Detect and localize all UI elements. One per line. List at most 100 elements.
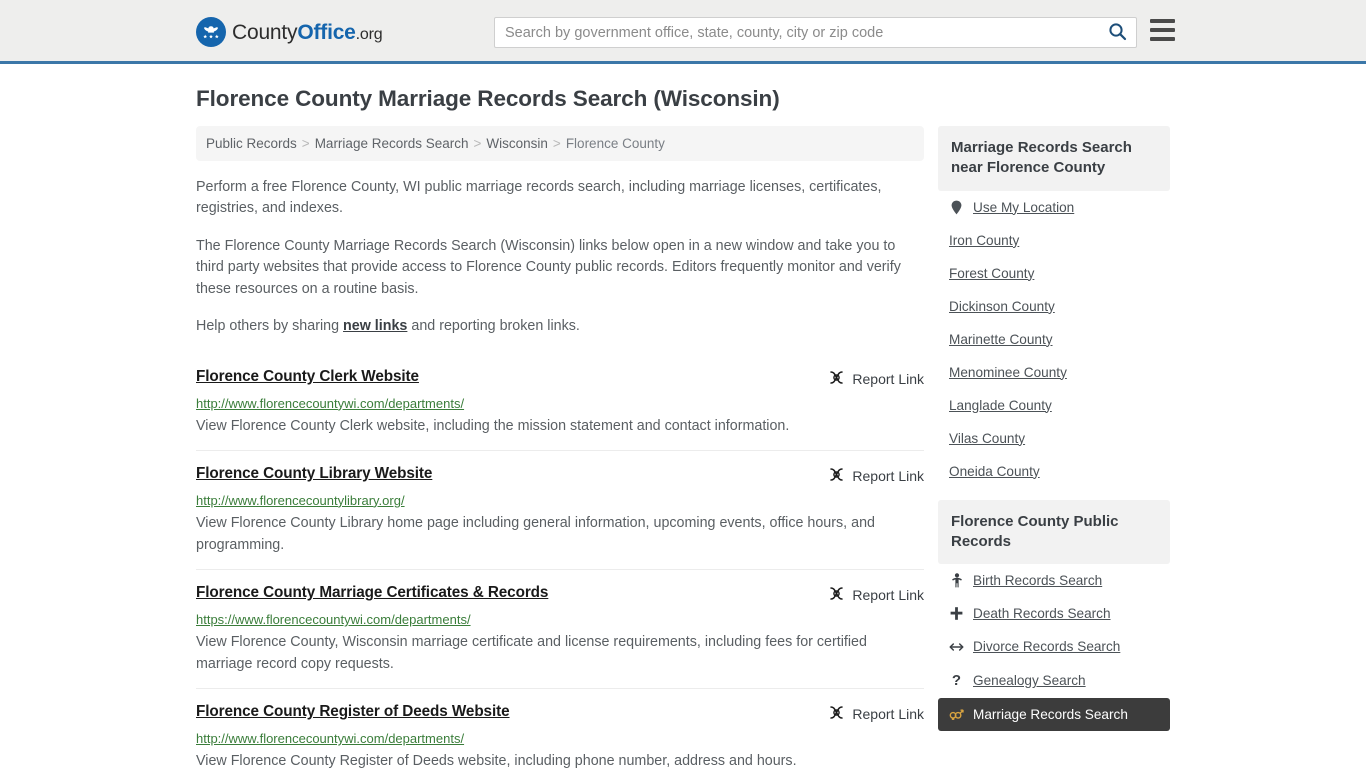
logo-word-tld: .org <box>355 25 383 43</box>
report-link-button[interactable]: Report Link <box>828 703 924 724</box>
hamburger-menu-icon[interactable] <box>1150 19 1175 41</box>
sidebar-panel-title: Florence County Public Records <box>938 499 1170 564</box>
report-link-button[interactable]: Report Link <box>828 584 924 605</box>
report-link-button[interactable]: Report Link <box>828 465 924 486</box>
broken-link-icon <box>828 466 845 486</box>
sidebar-item-dickinson-county[interactable]: Dickinson County <box>938 290 1170 323</box>
result-item: Florence County Register of Deeds Websit… <box>196 688 924 768</box>
result-url[interactable]: http://www.florencecountywi.com/departme… <box>196 396 924 411</box>
breadcrumb-item-wisconsin[interactable]: Wisconsin <box>486 136 548 151</box>
sidebar-item-marinette-county[interactable]: Marinette County <box>938 323 1170 356</box>
breadcrumb-separator: > <box>552 136 561 151</box>
result-url[interactable]: http://www.florencecountylibrary.org/ <box>196 493 924 508</box>
intro-text-before-link: Help others by sharing <box>196 318 344 335</box>
sidebar-item-birth-records-search[interactable]: Birth Records Search <box>938 564 1170 597</box>
search-button[interactable] <box>1098 18 1136 47</box>
page-body: Florence County Marriage Records Search … <box>0 86 1366 768</box>
result-title-link[interactable]: Florence County Clerk Website <box>196 368 419 386</box>
breadcrumb-item-marriage-records-search[interactable]: Marriage Records Search <box>315 136 469 151</box>
question-mark-icon: ? <box>951 672 962 689</box>
breadcrumb-item-florence-county: Florence County <box>565 136 665 151</box>
search-input[interactable] <box>495 18 1098 47</box>
sidebar-item-label: Dickinson County <box>949 298 1055 314</box>
main-content: Public Records > Marriage Records Search > W… <box>196 126 924 768</box>
broken-link-icon <box>828 704 845 724</box>
breadcrumb-separator: > <box>473 136 482 151</box>
search-bar[interactable] <box>494 17 1137 48</box>
list-item: Iron County <box>938 224 1170 257</box>
result-header: Florence County Clerk Website Report Lin… <box>196 368 924 389</box>
sidebar-item-label: Oneida County <box>949 463 1040 479</box>
report-link-label: Report Link <box>852 706 924 723</box>
result-url[interactable]: http://www.florencecountywi.com/departme… <box>196 731 924 746</box>
search-icon <box>1108 22 1127 44</box>
sidebar-item-genealogy-search[interactable]: ? Genealogy Search <box>938 663 1170 698</box>
sidebar-item-menominee-county[interactable]: Menominee County <box>938 356 1170 389</box>
result-header: Florence County Library Website Report L… <box>196 465 924 486</box>
site-header: CountyOffice.org <box>0 0 1366 64</box>
list-item: Birth Records Search <box>938 564 1170 597</box>
sidebar-panel-title: Marriage Records Search near Florence Co… <box>938 126 1170 191</box>
list-item: Divorce Records Search <box>938 630 1170 663</box>
list-item: Oneida County <box>938 455 1170 488</box>
list-item: Use My Location <box>938 191 1170 224</box>
list-item: Dickinson County <box>938 290 1170 323</box>
list-item: Vilas County <box>938 422 1170 455</box>
sidebar-item-langlade-county[interactable]: Langlade County <box>938 389 1170 422</box>
sidebar-item-label: Marriage Records Search <box>973 707 1128 722</box>
new-links-link[interactable]: new links <box>343 318 407 334</box>
result-item: Florence County Marriage Certificates & … <box>196 569 924 688</box>
result-url[interactable]: https://www.florencecountywi.com/departm… <box>196 612 924 627</box>
sidebar-item-iron-county[interactable]: Iron County <box>938 224 1170 257</box>
sidebar-panel-nearby-counties: Marriage Records Search near Florence Co… <box>938 126 1170 488</box>
sidebar: Marriage Records Search near Florence Co… <box>938 126 1170 768</box>
intro-paragraph-2: The Florence County Marriage Records Sea… <box>196 237 901 297</box>
sidebar-item-label: Langlade County <box>949 397 1052 413</box>
broken-link-icon <box>828 369 845 389</box>
sidebar-item-label: Marinette County <box>949 331 1053 347</box>
report-link-label: Report Link <box>852 467 924 484</box>
sidebar-item-use-my-location[interactable]: Use My Location <box>938 191 1170 224</box>
result-title-link[interactable]: Florence County Library Website <box>196 465 432 483</box>
result-description: View Florence County Library home page i… <box>196 514 875 553</box>
sidebar-panel-public-records: Florence County Public Records Birth Rec… <box>938 499 1170 731</box>
sidebar-item-marriage-records-search[interactable]: Marriage Records Search <box>938 698 1170 731</box>
broken-link-icon <box>828 585 845 605</box>
baby-icon <box>949 573 964 588</box>
list-item: Langlade County <box>938 389 1170 422</box>
result-item: Florence County Clerk Website Report Lin… <box>196 354 924 450</box>
list-item: Menominee County <box>938 356 1170 389</box>
content-columns: Public Records > Marriage Records Search > W… <box>196 126 1171 768</box>
cross-icon <box>949 606 964 621</box>
breadcrumb: Public Records > Marriage Records Search > W… <box>196 126 924 161</box>
result-title-link[interactable]: Florence County Register of Deeds Websit… <box>196 703 510 721</box>
sidebar-item-vilas-county[interactable]: Vilas County <box>938 422 1170 455</box>
sidebar-item-divorce-records-search[interactable]: Divorce Records Search <box>938 630 1170 663</box>
eagle-seal-icon <box>196 17 226 47</box>
result-header: Florence County Register of Deeds Websit… <box>196 703 924 724</box>
result-item: Florence County Library Website Report L… <box>196 449 924 569</box>
sidebar-item-label: Vilas County <box>949 430 1026 446</box>
results-list: Florence County Clerk Website Report Lin… <box>196 354 924 768</box>
report-link-button[interactable]: Report Link <box>828 368 924 389</box>
sidebar-item-oneida-county[interactable]: Oneida County <box>938 455 1170 488</box>
result-title-link[interactable]: Florence County Marriage Certificates & … <box>196 584 548 602</box>
site-logo[interactable]: CountyOffice.org <box>196 17 383 47</box>
breadcrumb-item-public-records[interactable]: Public Records <box>206 136 297 151</box>
logo-word-office: Office <box>297 20 356 44</box>
result-header: Florence County Marriage Certificates & … <box>196 584 924 605</box>
page-title: Florence County Marriage Records Search … <box>196 86 780 111</box>
report-link-label: Report Link <box>852 370 924 387</box>
sidebar-item-forest-county[interactable]: Forest County <box>938 257 1170 290</box>
list-item: Forest County <box>938 257 1170 290</box>
result-description: View Florence County Clerk website, incl… <box>196 417 790 434</box>
public-records-list: Birth Records Search Death Records Searc… <box>938 564 1170 731</box>
sidebar-item-death-records-search[interactable]: Death Records Search <box>938 597 1170 630</box>
intro-paragraph-3: Help others by sharing new links and rep… <box>196 316 924 337</box>
intro-text: Perform a free Florence County, WI publi… <box>196 177 924 338</box>
sidebar-item-label: Death Records Search <box>973 606 1111 621</box>
list-item: Death Records Search <box>938 597 1170 630</box>
result-description: View Florence County Register of Deeds w… <box>196 753 797 768</box>
sidebar-item-label: Forest County <box>949 265 1035 281</box>
